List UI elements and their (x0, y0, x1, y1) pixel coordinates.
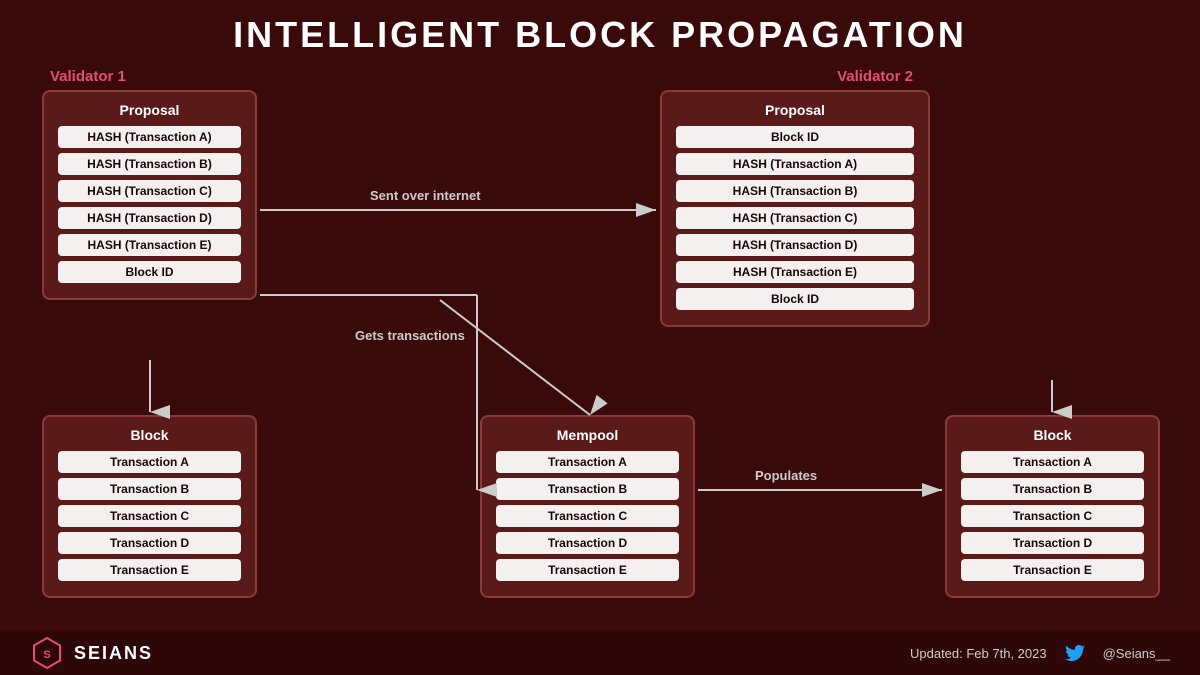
footer-right: Updated: Feb 7th, 2023 @Seians__ (910, 645, 1170, 661)
v1-tx-e: Transaction E (58, 559, 241, 581)
v2-proposal-title: Proposal (676, 102, 914, 118)
validator1-label: Validator 1 (50, 68, 126, 85)
v2-hash-b: HASH (Transaction B) (676, 180, 914, 202)
v2-tx-a: Transaction A (961, 451, 1144, 473)
validator2-proposal-box: Proposal Block ID HASH (Transaction A) H… (660, 90, 930, 327)
mempool-tx-d: Transaction D (496, 532, 679, 554)
v2-tx-d: Transaction D (961, 532, 1144, 554)
v2-block-title: Block (961, 427, 1144, 443)
v1-proposal-title: Proposal (58, 102, 241, 118)
v1-block-title: Block (58, 427, 241, 443)
v1-hash-c: HASH (Transaction C) (58, 180, 241, 202)
twitter-icon (1065, 645, 1085, 661)
seians-logo-icon: S (30, 636, 64, 670)
v1-hash-d: HASH (Transaction D) (58, 207, 241, 229)
v1-tx-c: Transaction C (58, 505, 241, 527)
mempool-title: Mempool (496, 427, 679, 443)
mempool-box: Mempool Transaction A Transaction B Tran… (480, 415, 695, 598)
footer-updated: Updated: Feb 7th, 2023 (910, 646, 1047, 661)
footer: S SEIANS Updated: Feb 7th, 2023 @Seians_… (0, 631, 1200, 675)
v2-hash-a: HASH (Transaction A) (676, 153, 914, 175)
mempool-tx-b: Transaction B (496, 478, 679, 500)
svg-text:Gets transactions: Gets transactions (355, 328, 465, 343)
mempool-tx-e: Transaction E (496, 559, 679, 581)
v2-hash-c: HASH (Transaction C) (676, 207, 914, 229)
validator1-proposal-box: Proposal HASH (Transaction A) HASH (Tran… (42, 90, 257, 300)
v2-tx-e: Transaction E (961, 559, 1144, 581)
svg-text:Populates: Populates (755, 468, 817, 483)
footer-left: S SEIANS (30, 636, 153, 670)
v2-tx-b: Transaction B (961, 478, 1144, 500)
validator1-block-box: Block Transaction A Transaction B Transa… (42, 415, 257, 598)
v2-block-id-bottom: Block ID (676, 288, 914, 310)
v1-hash-a: HASH (Transaction A) (58, 126, 241, 148)
v1-tx-d: Transaction D (58, 532, 241, 554)
mempool-tx-a: Transaction A (496, 451, 679, 473)
svg-text:Sent over internet: Sent over internet (370, 188, 481, 203)
v2-hash-d: HASH (Transaction D) (676, 234, 914, 256)
validator2-label: Validator 2 (680, 68, 1070, 85)
mempool-tx-c: Transaction C (496, 505, 679, 527)
v1-block-id: Block ID (58, 261, 241, 283)
v1-tx-a: Transaction A (58, 451, 241, 473)
svg-text:S: S (43, 649, 50, 661)
footer-brand-label: SEIANS (74, 643, 153, 664)
validator2-block-box: Block Transaction A Transaction B Transa… (945, 415, 1160, 598)
v2-block-id-top: Block ID (676, 126, 914, 148)
v2-hash-e: HASH (Transaction E) (676, 261, 914, 283)
page-title: INTELLIGENT BLOCK PROPAGATION (0, 14, 1200, 56)
v1-hash-b: HASH (Transaction B) (58, 153, 241, 175)
v1-hash-e: HASH (Transaction E) (58, 234, 241, 256)
footer-twitter-handle: @Seians__ (1103, 646, 1170, 661)
v2-tx-c: Transaction C (961, 505, 1144, 527)
v1-tx-b: Transaction B (58, 478, 241, 500)
main-scene: INTELLIGENT BLOCK PROPAGATION Validator … (0, 0, 1200, 675)
